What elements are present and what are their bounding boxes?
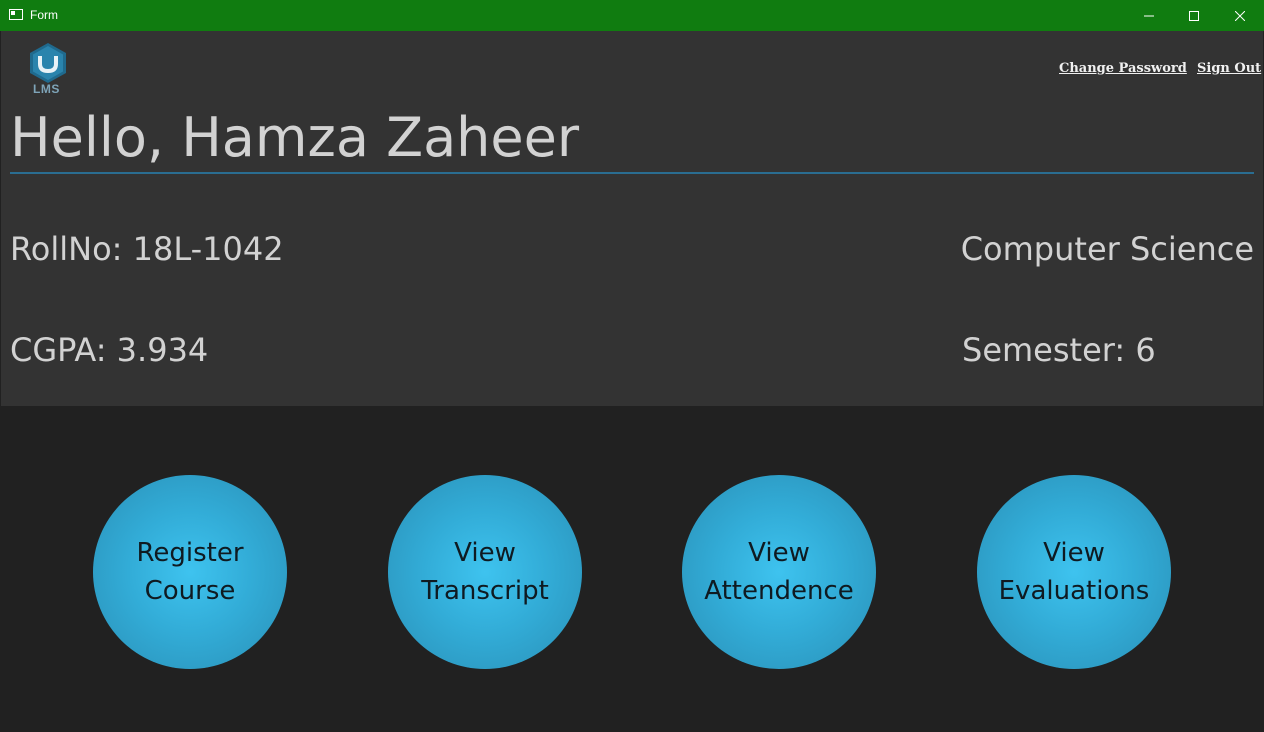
view-attendence-button[interactable]: View Attendence xyxy=(682,475,876,669)
semester: Semester: 6 xyxy=(962,331,1156,369)
department: Computer Science xyxy=(960,230,1254,268)
form-app-icon xyxy=(9,9,23,20)
cgpa: CGPA: 3.934 xyxy=(10,331,209,369)
maximize-button[interactable] xyxy=(1171,0,1217,31)
register-course-label-line1: Register xyxy=(136,538,244,568)
app-window: Form LMS Change Password Sign Out Hello,… xyxy=(0,0,1264,732)
minimize-icon xyxy=(1144,15,1154,16)
change-password-link[interactable]: Change Password xyxy=(1059,61,1187,77)
maximize-icon xyxy=(1189,10,1199,21)
view-transcript-label-line2: Transcript xyxy=(421,576,549,606)
window-title: Form xyxy=(30,8,58,22)
logo-text: LMS xyxy=(33,82,60,96)
greeting-heading: Hello, Hamza Zaheer xyxy=(10,106,580,169)
view-transcript-label-line1: View xyxy=(454,538,516,568)
close-icon xyxy=(1235,10,1245,21)
register-course-label-line2: Course xyxy=(144,576,236,606)
minimize-button[interactable] xyxy=(1126,0,1172,31)
view-transcript-button[interactable]: View Transcript xyxy=(388,475,582,669)
header-divider xyxy=(10,172,1254,174)
view-attendence-label-line1: View xyxy=(748,538,810,568)
sign-out-link[interactable]: Sign Out xyxy=(1197,61,1261,77)
roll-number: RollNo: 18L-1042 xyxy=(10,230,284,268)
view-attendence-label-line2: Attendence xyxy=(704,576,854,606)
title-bar[interactable]: Form xyxy=(0,0,1264,31)
close-button[interactable] xyxy=(1217,0,1263,31)
view-evaluations-button[interactable]: View Evaluations xyxy=(977,475,1171,669)
view-evaluations-label-line2: Evaluations xyxy=(998,576,1150,606)
view-evaluations-label-line1: View xyxy=(1043,538,1105,568)
register-course-button[interactable]: Register Course xyxy=(93,475,287,669)
